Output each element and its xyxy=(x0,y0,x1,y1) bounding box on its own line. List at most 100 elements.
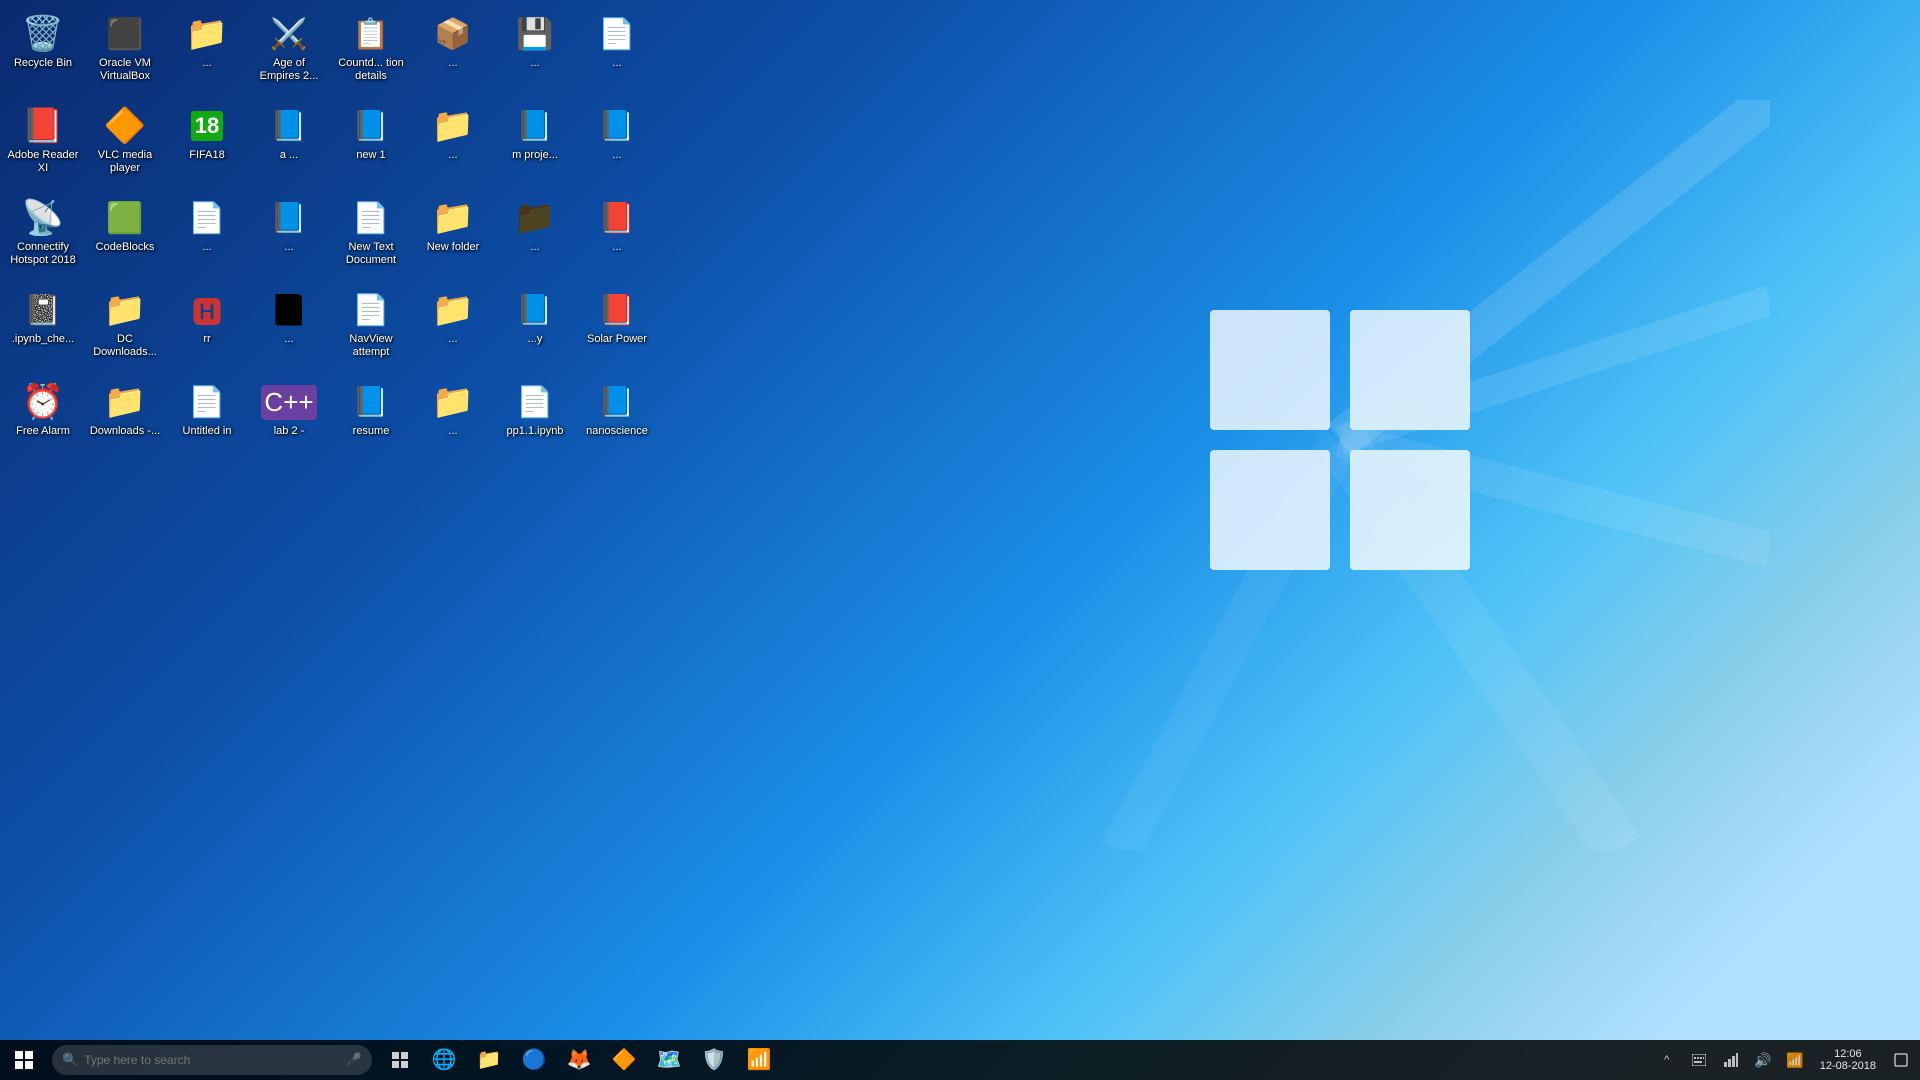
icon-adobe[interactable]: 📕 Adobe Reader XI xyxy=(5,102,81,192)
icon8-label: ... xyxy=(612,57,621,70)
icon-pdf1[interactable]: 📕 ... xyxy=(579,194,655,284)
taskbar-explorer[interactable]: 📁 xyxy=(467,1040,511,1080)
icon-txt1[interactable]: 📄 ... xyxy=(169,194,245,284)
icon-folder4[interactable]: 📁 ... xyxy=(415,378,491,468)
free-alarm-label: Free Alarm xyxy=(16,425,70,438)
tray-chevron[interactable]: ^ xyxy=(1652,1040,1682,1080)
clock-date: 12-08-2018 xyxy=(1820,1060,1876,1072)
word2-icon: 📘 xyxy=(515,106,555,146)
solar-power-icon: 📕 xyxy=(597,290,637,330)
countdown-label: Countd... tion details xyxy=(335,57,407,83)
icon-dc-downloads[interactable]: 📁 DC Downloads... xyxy=(87,286,163,376)
icon6-img: 📦 xyxy=(433,14,473,54)
clock-time: 12:06 xyxy=(1834,1048,1862,1060)
taskbar-clock[interactable]: 12:06 12-08-2018 xyxy=(1812,1040,1884,1080)
desktop: 🗑️ Recycle Bin ⬛ Oracle VM VirtualBox 📁 … xyxy=(0,0,1920,1080)
taskbar-search[interactable]: 🔍 🎤 xyxy=(52,1045,372,1075)
folder1-icon: 📁 xyxy=(187,14,227,54)
search-input[interactable] xyxy=(84,1053,342,1067)
icon-new1[interactable]: 📘 new 1 xyxy=(333,102,409,192)
downloads-label: Downloads -... xyxy=(90,425,160,438)
start-button[interactable] xyxy=(0,1040,48,1080)
taskbar-app8[interactable]: 📶 xyxy=(737,1040,781,1080)
codeblocks-label: CodeBlocks xyxy=(96,241,155,254)
icon8-img: 📄 xyxy=(597,14,637,54)
free-alarm-icon: ⏰ xyxy=(23,382,63,422)
windows-logo xyxy=(1020,100,1770,850)
icon-word3[interactable]: 📘 ... xyxy=(579,102,655,192)
icon-blk1[interactable]: 📁 ... xyxy=(497,194,573,284)
folder3-icon: 📁 xyxy=(433,290,473,330)
icon-word5[interactable]: 📘 ... xyxy=(251,286,327,376)
icon-6[interactable]: 📦 ... xyxy=(415,10,491,100)
icon-word1[interactable]: 📘 a ... xyxy=(251,102,327,192)
icon-downloads[interactable]: 📁 Downloads -... xyxy=(87,378,163,468)
icon-oracle-vm[interactable]: ⬛ Oracle VM VirtualBox xyxy=(87,10,163,100)
word2-label: m proje... xyxy=(512,149,558,162)
icon-nanoscience[interactable]: 📘 nanoscience xyxy=(579,378,655,468)
icon-ipynb1[interactable]: 📓 .ipynb_che... xyxy=(5,286,81,376)
icon-fifa18[interactable]: 18 FIFA18 xyxy=(169,102,245,192)
icon-floppy[interactable]: 💾 ... xyxy=(497,10,573,100)
recycle-bin-label: Recycle Bin xyxy=(14,57,72,70)
vlc-icon: 🔶 xyxy=(105,106,145,146)
new-text-doc-icon: 📄 xyxy=(351,198,391,238)
taskbar: 🔍 🎤 🌐 📁 🔵 xyxy=(0,1040,1920,1080)
icon-vlc[interactable]: 🔶 VLC media player xyxy=(87,102,163,192)
rr-label: rr xyxy=(203,333,210,346)
icon-rr[interactable]: 🅷 rr xyxy=(169,286,245,376)
blk1-label: ... xyxy=(530,241,539,254)
icon-untitled[interactable]: 📄 Untitled in xyxy=(169,378,245,468)
nanoscience-icon: 📘 xyxy=(597,382,637,422)
icon-resume[interactable]: 📘 resume xyxy=(333,378,409,468)
icon-8[interactable]: 📄 ... xyxy=(579,10,655,100)
search-icon: 🔍 xyxy=(62,1052,78,1068)
taskbar-chrome[interactable]: 🔵 xyxy=(512,1040,556,1080)
untitled-icon: 📄 xyxy=(187,382,227,422)
fifa18-icon: 18 xyxy=(187,106,227,146)
icon-word6[interactable]: 📘 ...y xyxy=(497,286,573,376)
icon-word4[interactable]: 📘 ... xyxy=(251,194,327,284)
taskbar-apps: 🌐 📁 🔵 🦊 🔶 🗺️ 🛡️ 📶 xyxy=(422,1040,781,1080)
tray-keyboard[interactable] xyxy=(1684,1040,1714,1080)
icon-countdown[interactable]: 📋 Countd... tion details xyxy=(333,10,409,100)
codeblocks-icon: 🟩 xyxy=(105,198,145,238)
icon-new-folder[interactable]: 📁 New folder xyxy=(415,194,491,284)
tray-notification[interactable] xyxy=(1886,1040,1916,1080)
vlc-label: VLC media player xyxy=(89,149,161,175)
icon-cpp1[interactable]: C++ lab 2 - xyxy=(251,378,327,468)
icon-recycle-bin[interactable]: 🗑️ Recycle Bin xyxy=(5,10,81,100)
task-view-button[interactable] xyxy=(380,1040,420,1080)
word4-label: ... xyxy=(284,241,293,254)
icon-solar-power[interactable]: 📕 Solar Power xyxy=(579,286,655,376)
icon-navview[interactable]: 📄 NavView attempt xyxy=(333,286,409,376)
floppy-icon: 💾 xyxy=(515,14,555,54)
icon-age-of-empires[interactable]: ⚔️ Age of Empires 2... xyxy=(251,10,327,100)
taskbar-maps[interactable]: 🗺️ xyxy=(647,1040,691,1080)
age-of-empires-label: Age of Empires 2... xyxy=(253,57,325,83)
icon-pp1[interactable]: 📄 pp1.1.ipynb xyxy=(497,378,573,468)
pdf1-icon: 📕 xyxy=(597,198,637,238)
taskbar-app7[interactable]: 🛡️ xyxy=(692,1040,736,1080)
tray-wifi[interactable]: 📶 xyxy=(1780,1040,1810,1080)
adobe-icon: 📕 xyxy=(23,106,63,146)
recycle-bin-icon: 🗑️ xyxy=(23,14,63,54)
icon-word2[interactable]: 📘 m proje... xyxy=(497,102,573,192)
navview-label: NavView attempt xyxy=(335,333,407,359)
word5-label: ... xyxy=(284,333,293,346)
icon-connectify[interactable]: 📡 Connectify Hotspot 2018 xyxy=(5,194,81,284)
icon-folder1[interactable]: 📁 ... xyxy=(169,10,245,100)
icon-free-alarm[interactable]: ⏰ Free Alarm xyxy=(5,378,81,468)
cpp1-icon: C++ xyxy=(269,382,309,422)
tray-network[interactable] xyxy=(1716,1040,1746,1080)
icon-new-text-document[interactable]: 📄 New Text Document xyxy=(333,194,409,284)
taskbar-firefox[interactable]: 🦊 xyxy=(557,1040,601,1080)
tray-volume[interactable]: 🔊 xyxy=(1748,1040,1778,1080)
icon-folder3[interactable]: 📁 ... xyxy=(415,286,491,376)
taskbar-edge[interactable]: 🌐 xyxy=(422,1040,466,1080)
rr-icon: 🅷 xyxy=(187,290,227,330)
icon-folder2[interactable]: 📁 ... xyxy=(415,102,491,192)
word3-icon: 📘 xyxy=(597,106,637,146)
taskbar-vlc[interactable]: 🔶 xyxy=(602,1040,646,1080)
icon-codeblocks[interactable]: 🟩 CodeBlocks xyxy=(87,194,163,284)
